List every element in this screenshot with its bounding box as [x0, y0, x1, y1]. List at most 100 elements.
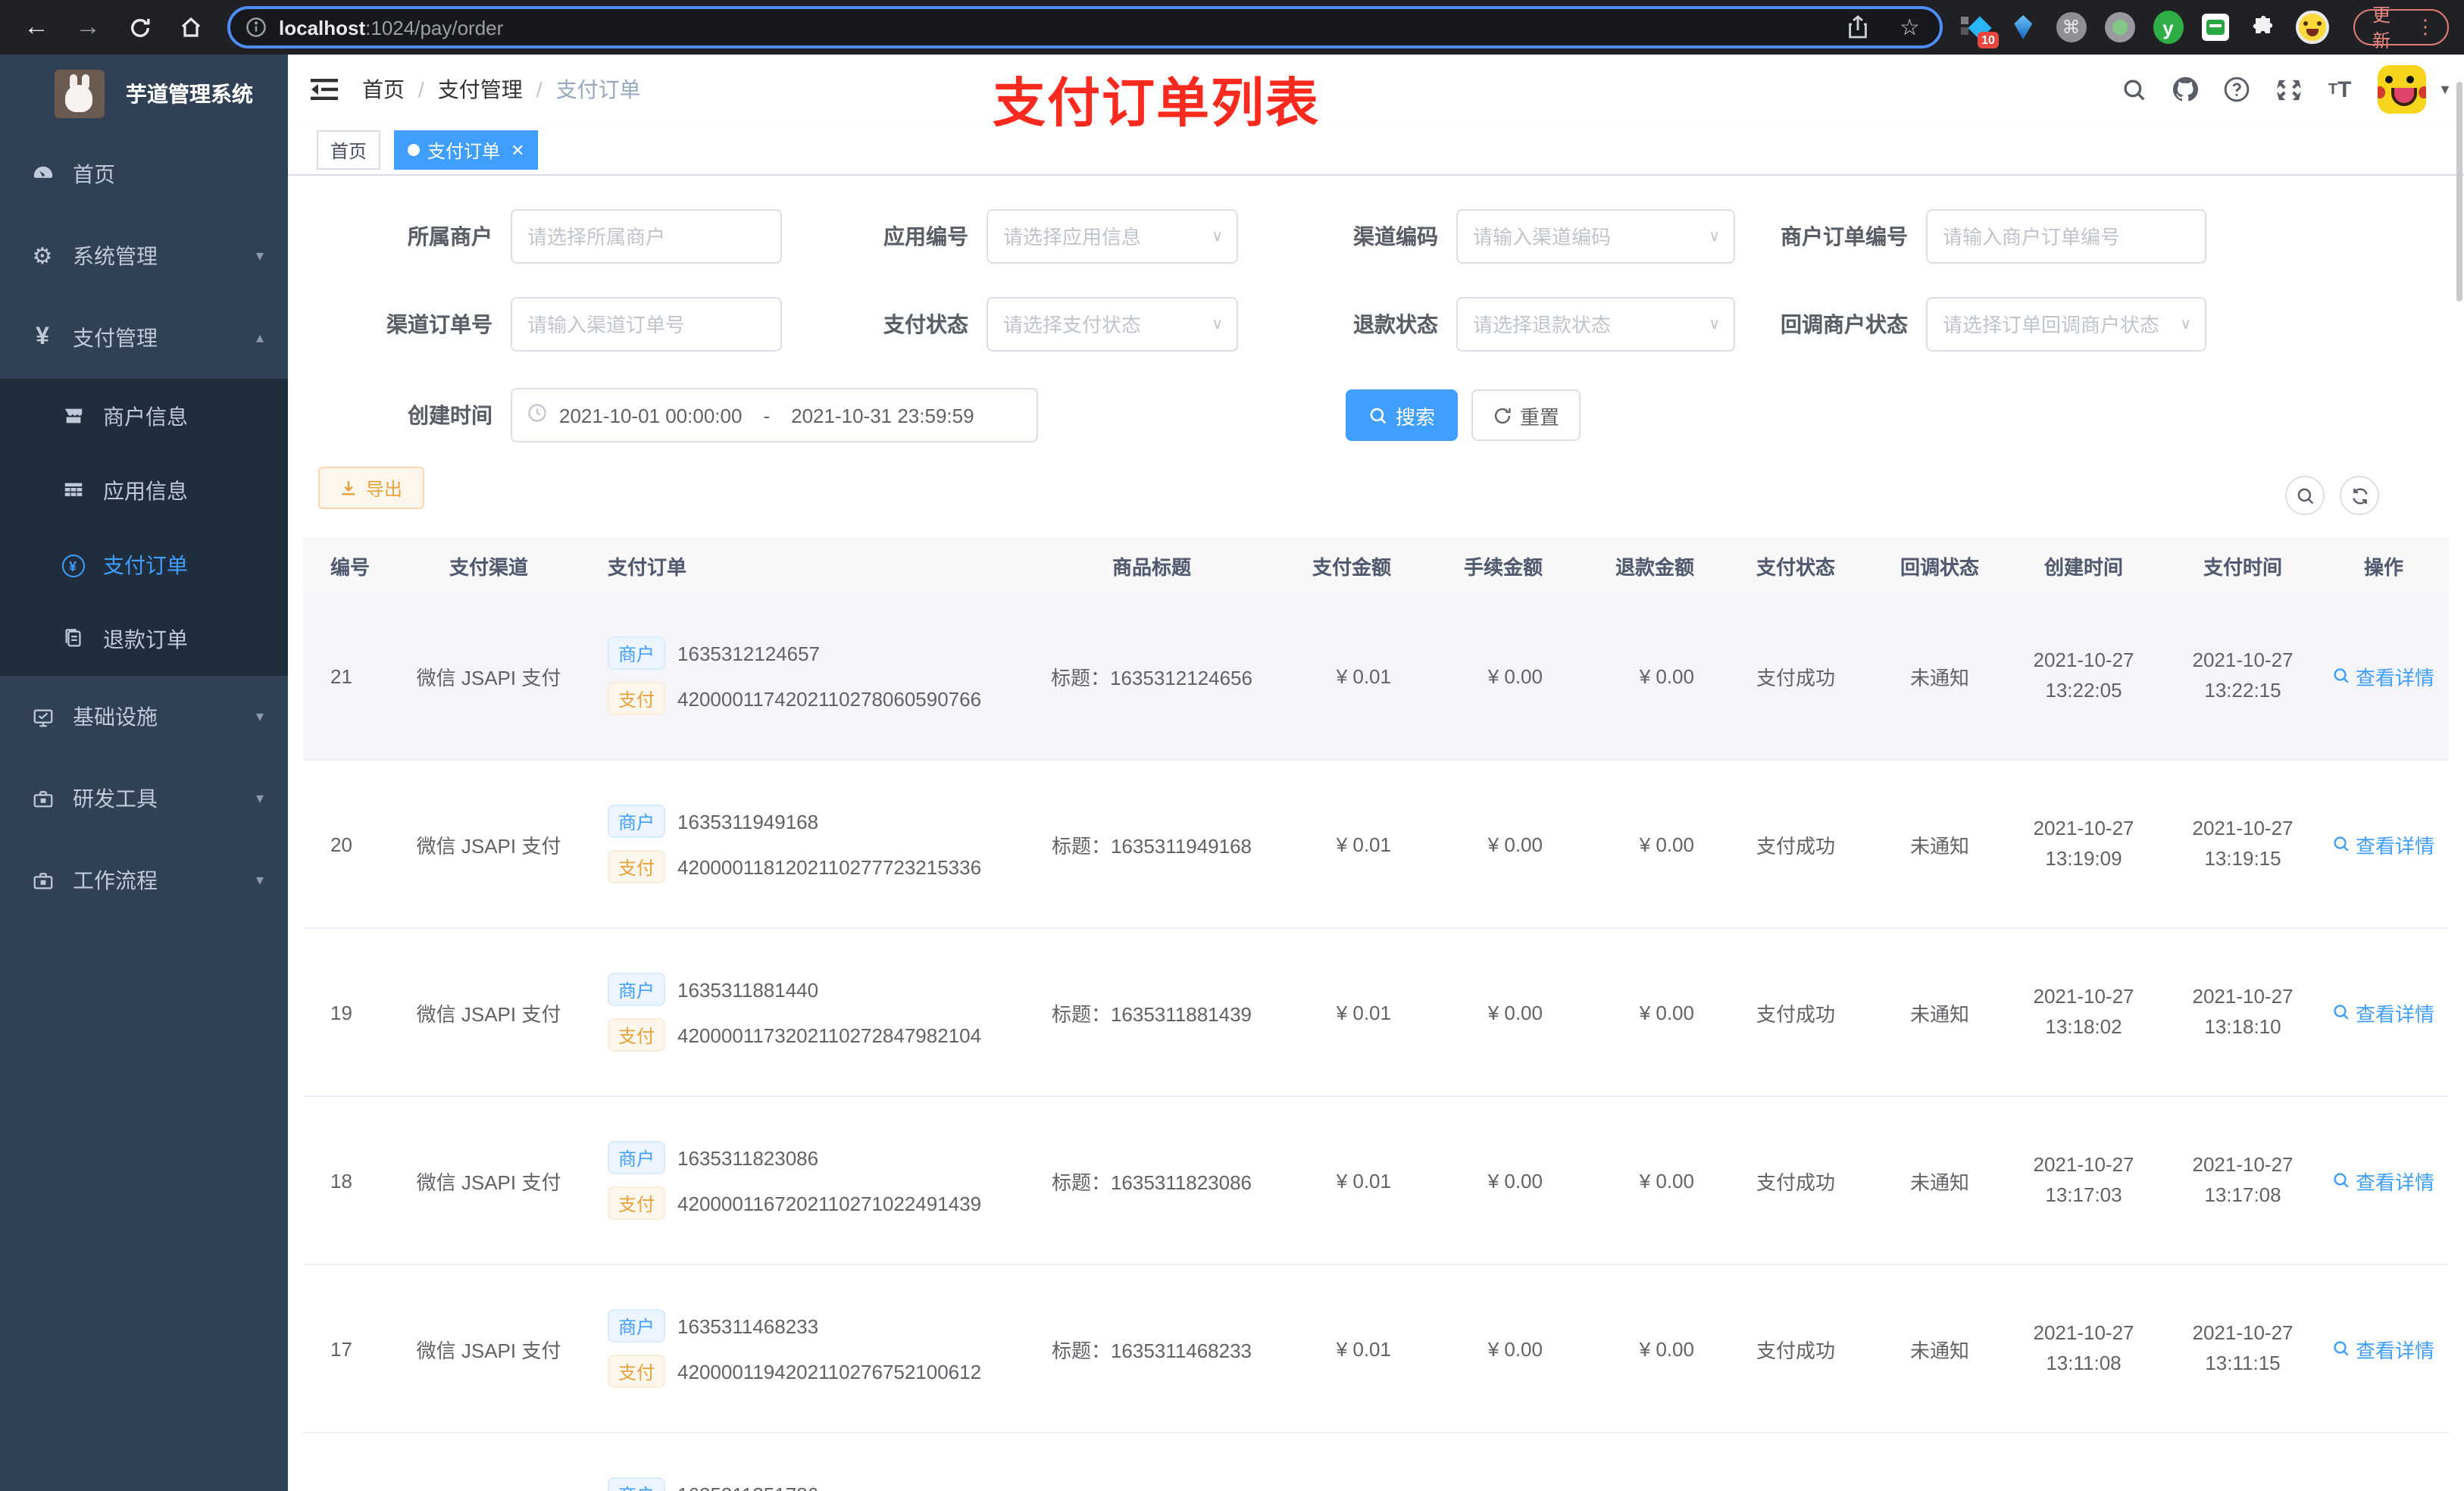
channel-order-input[interactable]	[527, 313, 765, 336]
sidebar-item-infra[interactable]: 基础设施 ▾	[0, 676, 288, 758]
cell-title: 标题：1635311881439	[1051, 1002, 1252, 1025]
fullscreen-icon[interactable]	[2275, 76, 2302, 103]
search-button[interactable]: 搜索	[1346, 389, 1458, 441]
magnifier-icon	[2334, 1173, 2350, 1188]
merchant-tag: 商户	[608, 1309, 666, 1343]
pay-status-select[interactable]	[1003, 313, 1221, 336]
sidebar-item-devtools[interactable]: 研发工具 ▾	[0, 758, 288, 839]
reload-icon[interactable]	[124, 12, 155, 42]
avatar-caret-icon[interactable]: ▼	[2438, 82, 2452, 97]
cell-actions: 查看详情	[2319, 1166, 2449, 1195]
forward-icon[interactable]: →	[73, 12, 103, 42]
bookmark-star-icon[interactable]: ☆	[1894, 12, 1925, 42]
sidebar-item-system[interactable]: ⚙ 系统管理 ▾	[0, 215, 288, 297]
refund-status-select[interactable]	[1473, 313, 1718, 336]
view-detail-link[interactable]: 查看详情	[2333, 1334, 2434, 1363]
home-icon[interactable]	[176, 12, 206, 42]
channel-pay-no: 4200001194202110276752100612	[677, 1360, 982, 1383]
font-size-icon[interactable]: TT	[2326, 76, 2353, 103]
col-pay-status: 支付状态	[1756, 555, 1835, 578]
merchant-order-no: 1635311351786	[677, 1483, 818, 1491]
share-icon[interactable]	[1843, 12, 1873, 42]
breadcrumb-pay[interactable]: 支付管理	[438, 74, 523, 105]
cell-pay-order: 商户 1635311881440 支付 42000011732021102728…	[599, 961, 1000, 1064]
channel-code-select[interactable]	[1473, 225, 1718, 248]
table-row: 17 微信 JSAPI 支付 商户 1635311468233 支付 42000…	[303, 1265, 2449, 1433]
chevron-down-icon: ∨	[1212, 316, 1223, 333]
sidebar-fold-icon[interactable]	[311, 77, 338, 102]
tag-home[interactable]: 首页	[317, 130, 381, 170]
cell-title: 标题：1635311468233	[1051, 1339, 1252, 1361]
view-detail-link[interactable]: 查看详情	[2333, 998, 2434, 1027]
notify-status-select[interactable]	[1943, 313, 2190, 336]
extension-emoji-icon[interactable]	[2296, 11, 2329, 44]
github-icon[interactable]	[2172, 76, 2199, 103]
app-select[interactable]	[1003, 225, 1221, 248]
cell-actions: 查看详情	[2319, 830, 2449, 858]
sidebar-item-pay-order[interactable]: ¥ 支付订单	[0, 527, 288, 602]
filter-label: 回调商户状态	[1781, 312, 1908, 336]
url-bar[interactable]: localhost:1024/pay/order ☆	[227, 6, 1943, 48]
search-icon[interactable]	[2120, 76, 2147, 103]
extensions-puzzle-icon[interactable]	[2249, 12, 2278, 42]
cell-pay-order: 商户 1635311823086 支付 42000011672021102710…	[599, 1129, 1000, 1232]
grid-icon	[61, 479, 85, 502]
cell-notify-status: 未通知	[1909, 834, 1969, 857]
chrome-update-button[interactable]: 更新 ⋮	[2353, 5, 2449, 52]
app-title: 芋道管理系统	[126, 82, 253, 106]
chevron-down-icon: ∨	[1709, 316, 1720, 333]
site-info-icon[interactable]	[245, 17, 267, 38]
merchant-order-input[interactable]	[1943, 225, 2190, 248]
cell-pay-status: 支付成功	[1756, 1002, 1835, 1025]
view-detail-link[interactable]: 查看详情	[2333, 1166, 2434, 1195]
refresh-icon[interactable]	[2340, 476, 2379, 515]
browser-nav: ← →	[0, 12, 227, 42]
extension-chat-icon[interactable]	[2201, 12, 2231, 42]
back-icon[interactable]: ←	[21, 12, 52, 42]
sidebar-item-home[interactable]: 首页	[0, 133, 288, 215]
cell-pay-status: 支付成功	[1756, 834, 1835, 857]
export-button[interactable]: 导出	[318, 467, 424, 509]
tag-pay-order[interactable]: 支付订单 ✕	[394, 130, 539, 170]
merchant-order-no: 1635312124657	[677, 642, 821, 664]
url-path: :1024/pay/order	[365, 16, 504, 39]
merchant-tag: 商户	[608, 636, 666, 670]
breadcrumb-home[interactable]: 首页	[362, 74, 405, 105]
date-range-picker[interactable]: 2021-10-01 00:00:00 - 2021-10-31 23:59:5…	[511, 388, 1038, 442]
extension-record-icon[interactable]	[2104, 12, 2135, 42]
reset-button[interactable]: 重置	[1471, 389, 1581, 441]
browser-chrome: ← → localhost:1024/pay/order ☆ 10 ⌘ y 更…	[0, 0, 2464, 55]
channel-pay-no: 4200001173202110272847982104	[677, 1024, 982, 1046]
col-create-time: 创建时间	[2043, 555, 2123, 578]
page-scrollbar[interactable]	[2456, 82, 2462, 302]
table-header: 编号 支付渠道 支付订单 商品标题 支付金额 手续金额 退款金额 支付状态 回调…	[303, 538, 2449, 592]
magnifier-icon	[2334, 836, 2350, 852]
extension-diamond-icon[interactable]: 10	[1961, 12, 2000, 48]
sidebar-item-merchant-info[interactable]: 商户信息	[0, 379, 288, 453]
extension-y-icon[interactable]: y	[2153, 11, 2184, 44]
pay-submenu: 商户信息 应用信息 ¥ 支付订单 退款订单	[0, 379, 288, 676]
show-search-toggle-icon[interactable]	[2285, 476, 2325, 515]
sidebar-item-app-info[interactable]: 应用信息	[0, 453, 288, 527]
col-title: 商品标题	[1112, 555, 1191, 578]
merchant-input[interactable]	[527, 225, 765, 248]
pay-tag: 支付	[608, 1018, 666, 1052]
browser-menu-icon[interactable]: ⋮	[2416, 15, 2435, 39]
filter-merchant: 所属商户	[326, 209, 782, 264]
extension-command-icon[interactable]: ⌘	[2056, 12, 2087, 42]
cell-notify-status: 未通知	[1909, 1339, 1969, 1361]
extension-gem-icon[interactable]	[2009, 12, 2038, 42]
view-detail-link[interactable]: 查看详情	[2333, 830, 2434, 858]
cell-fee: ¥ 0.00	[1487, 1001, 1543, 1024]
help-icon[interactable]	[2223, 76, 2250, 103]
cell-title: 标题：1635311949168	[1051, 834, 1252, 857]
close-icon[interactable]: ✕	[511, 140, 524, 160]
user-avatar[interactable]	[2378, 65, 2427, 114]
cell-id: 19	[330, 1001, 352, 1024]
sidebar-item-refund-order[interactable]: 退款订单	[0, 602, 288, 676]
sidebar-item-workflow[interactable]: 工作流程 ▾	[0, 839, 288, 921]
sidebar-logo[interactable]: 芋道管理系统	[0, 55, 288, 133]
filter-label: 退款状态	[1353, 312, 1438, 336]
sidebar-item-pay[interactable]: ¥ 支付管理 ▴	[0, 297, 288, 379]
view-detail-link[interactable]: 查看详情	[2333, 661, 2434, 690]
